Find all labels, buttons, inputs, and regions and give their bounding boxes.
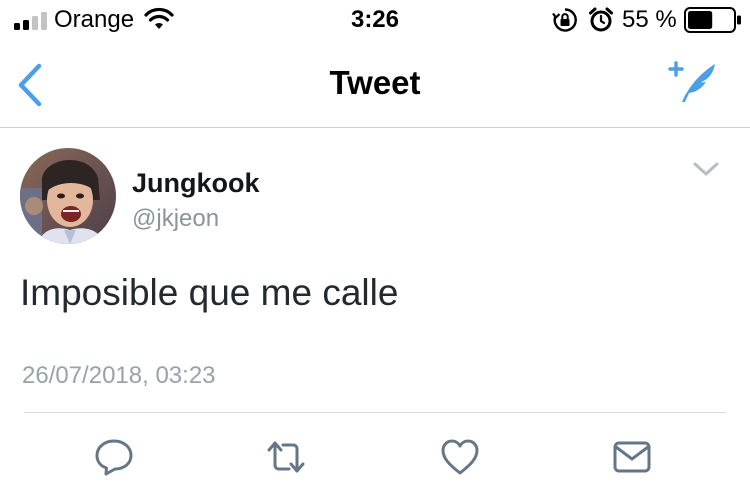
direct-message-icon[interactable] <box>612 438 652 476</box>
tweet-timestamp: 26/07/2018, 03:23 <box>22 362 216 389</box>
author-name[interactable]: Jungkook <box>132 168 260 199</box>
status-bar: Orange 3:26 55 % <box>0 0 750 40</box>
reply-icon[interactable] <box>94 438 134 476</box>
page-title: Tweet <box>329 64 421 101</box>
divider <box>24 412 726 413</box>
tweet-detail-screen: Orange 3:26 55 % Tweet Jungkook @jkjeon … <box>0 0 750 497</box>
alarm-icon <box>589 7 613 32</box>
compose-tweet-icon[interactable] <box>668 60 718 104</box>
retweet-icon[interactable] <box>266 438 306 476</box>
tweet-text: Imposible que me calle <box>20 272 399 313</box>
like-icon[interactable] <box>440 438 480 476</box>
chevron-down-icon[interactable] <box>692 160 720 178</box>
avatar[interactable] <box>20 148 116 244</box>
rotation-lock-icon <box>552 8 577 32</box>
author-handle[interactable]: @jkjeon <box>132 205 219 233</box>
navigation-bar: Tweet <box>0 40 750 128</box>
battery-percentage: 55 % <box>622 6 677 33</box>
battery-icon <box>684 7 741 33</box>
